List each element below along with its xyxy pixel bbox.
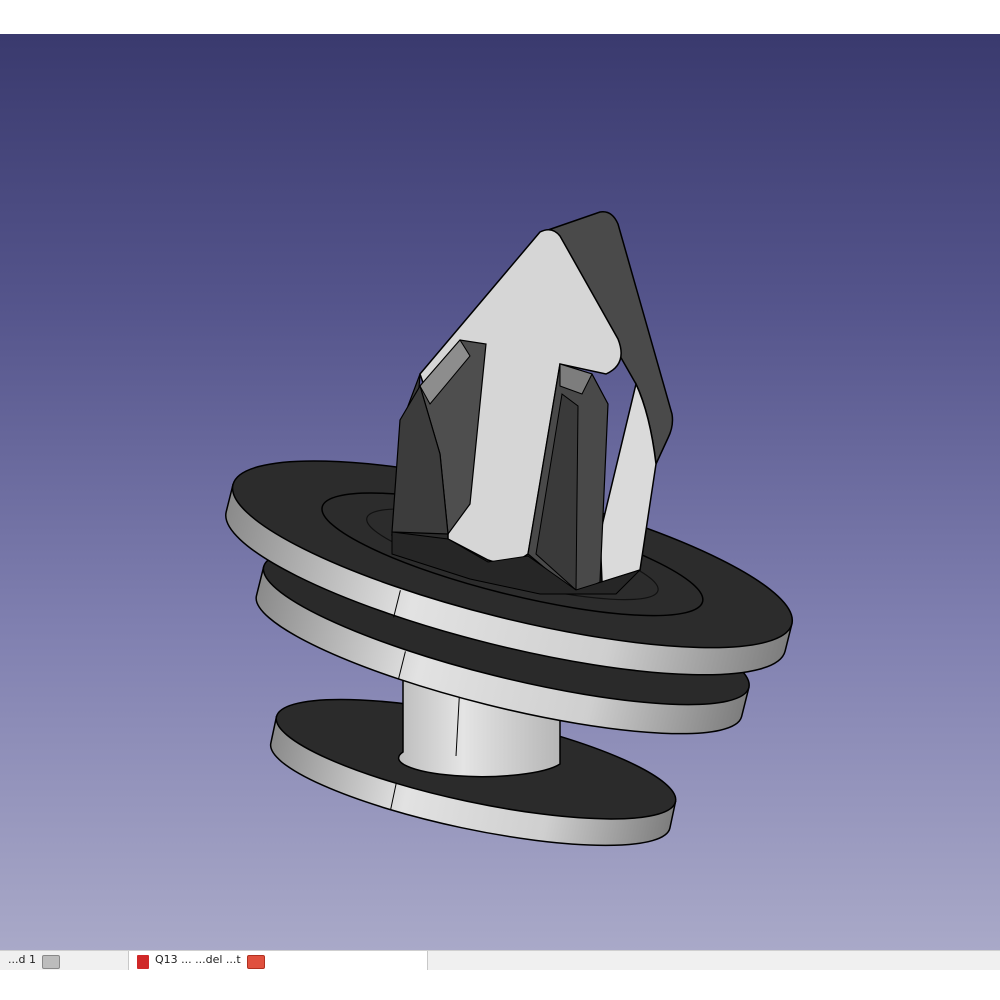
tab-document-2[interactable]: Q13 ... ...del ...t	[128, 951, 428, 971]
3d-model[interactable]	[0, 34, 1000, 950]
tab-label: Q13 ... ...del ...t	[155, 953, 241, 966]
document-tab-bar: ...d 1 Q13 ... ...del ...t	[0, 950, 1000, 971]
close-icon[interactable]	[246, 955, 265, 969]
bottom-margin	[0, 970, 1000, 1000]
tab-label: ...d 1	[8, 953, 36, 966]
document-icon	[137, 955, 149, 969]
tab-document-1[interactable]: ...d 1	[0, 951, 120, 971]
3d-viewport[interactable]	[0, 34, 1000, 950]
top-margin	[0, 0, 1000, 34]
close-icon[interactable]	[41, 955, 60, 969]
